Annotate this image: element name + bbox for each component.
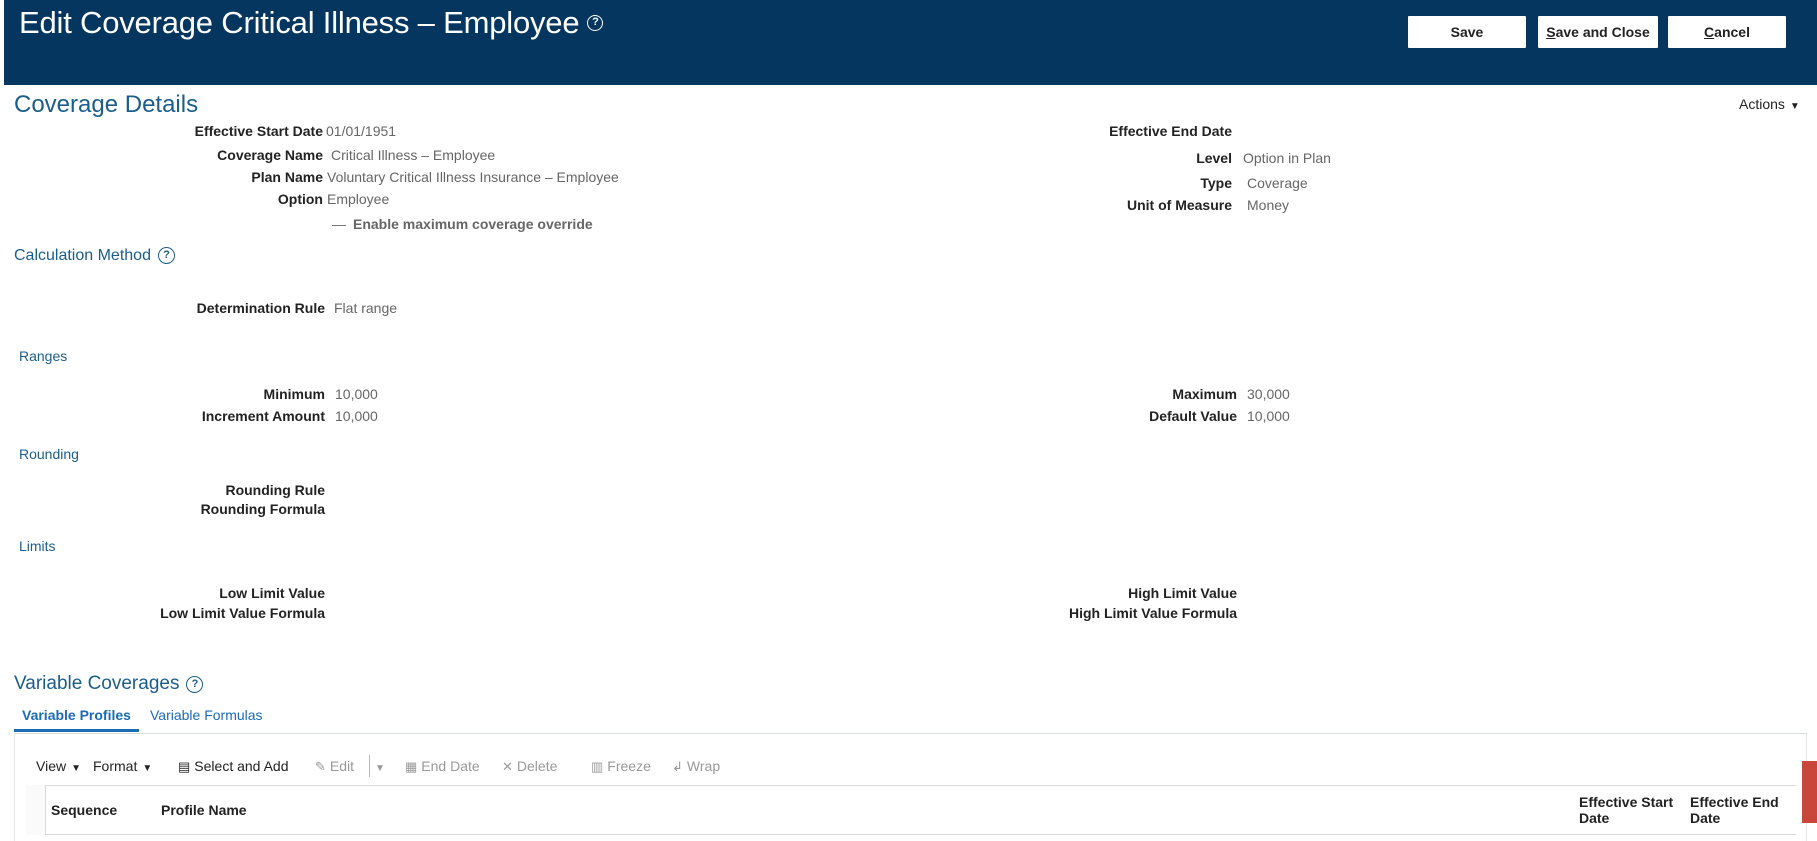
calculation-method-title: Calculation Method? xyxy=(14,247,175,265)
minimum-label: Minimum xyxy=(263,386,325,402)
coverage-details-title: Coverage Details xyxy=(14,91,199,118)
low-limit-value-formula-label: Low Limit Value Formula xyxy=(160,605,325,621)
type-value: Coverage xyxy=(1247,175,1308,191)
ranges-title: Ranges xyxy=(19,348,68,364)
effective-end-date-label: Effective End Date xyxy=(1109,123,1232,139)
freeze-icon: ▥ xyxy=(591,759,604,774)
select-and-add-button[interactable]: ▤ Select and Add xyxy=(178,758,288,775)
chevron-down-icon: ▼ xyxy=(375,763,385,774)
cancel-label: ancel xyxy=(1714,24,1750,40)
select-and-add-label: Select and Add xyxy=(194,758,289,774)
maximum-value: 30,000 xyxy=(1247,386,1290,402)
page-title: Edit Coverage Critical Illness – Employe… xyxy=(19,5,604,41)
type-label: Type xyxy=(1200,175,1232,191)
wrap-label: Wrap xyxy=(686,758,721,774)
end-date-label: End Date xyxy=(421,758,480,774)
increment-amount-label: Increment Amount xyxy=(201,408,325,424)
chevron-down-icon: ▼ xyxy=(142,763,153,774)
save-button[interactable]: Save xyxy=(1408,16,1526,48)
format-label: Format xyxy=(93,758,138,774)
rounding-rule-label: Rounding Rule xyxy=(225,482,325,498)
column-header-effective-start-date-line2: Date xyxy=(1579,810,1610,826)
cancel-mnemonic: C xyxy=(1704,24,1715,40)
help-icon[interactable]: ? xyxy=(186,676,204,693)
coverage-name-value: Critical Illness – Employee xyxy=(331,147,496,163)
minimum-value: 10,000 xyxy=(335,386,378,402)
view-menu[interactable]: View ▼ xyxy=(36,758,81,774)
rounding-title: Rounding xyxy=(19,446,79,462)
view-label: View xyxy=(36,758,67,774)
calculation-method-title-text: Calculation Method xyxy=(14,247,151,264)
default-value-label: Default Value xyxy=(1149,408,1237,424)
wrap-button[interactable]: ↲ Wrap xyxy=(672,758,720,775)
save-and-close-label: ave and Close xyxy=(1555,24,1650,40)
row-selector-gutter xyxy=(26,785,46,835)
edit-button[interactable]: ✎ Edit xyxy=(315,758,354,775)
freeze-label: Freeze xyxy=(607,758,651,774)
save-and-close-mnemonic: S xyxy=(1546,24,1556,40)
chevron-down-icon: ▼ xyxy=(71,763,81,774)
option-value: Employee xyxy=(327,191,390,207)
rounding-formula-label: Rounding Formula xyxy=(200,501,325,517)
edit-label: Edit xyxy=(329,758,355,774)
variable-coverages-title: Variable Coverages? xyxy=(14,673,204,695)
determination-rule-label: Determination Rule xyxy=(196,300,325,316)
column-header-sequence[interactable]: Sequence xyxy=(51,802,117,818)
low-limit-value-label: Low Limit Value xyxy=(219,585,325,601)
delete-button[interactable]: ✕ Delete xyxy=(502,758,557,775)
delete-label: Delete xyxy=(516,758,558,774)
help-icon[interactable]: ? xyxy=(157,247,175,264)
add-row-icon: ▤ xyxy=(178,759,191,774)
page-title-text: Edit Coverage Critical Illness – Employe… xyxy=(19,5,580,40)
edit-dropdown[interactable]: ▼ xyxy=(375,758,385,774)
cancel-button[interactable]: Cancel xyxy=(1668,16,1786,48)
help-icon[interactable]: ? xyxy=(587,15,604,31)
enable-max-coverage-override-checkbox[interactable]: Enable maximum coverage override xyxy=(332,216,593,232)
actions-menu[interactable]: Actions ▼ xyxy=(1739,96,1800,112)
coverage-name-label: Coverage Name xyxy=(217,147,323,163)
level-value: Option in Plan xyxy=(1243,150,1331,166)
unit-of-measure-value: Money xyxy=(1247,197,1290,213)
pencil-icon: ✎ xyxy=(315,759,326,774)
plan-name-value: Voluntary Critical Illness Insurance – E… xyxy=(327,169,619,185)
checkbox-icon xyxy=(332,224,346,226)
increment-amount-value: 10,000 xyxy=(335,408,378,424)
limits-title: Limits xyxy=(19,538,56,554)
determination-rule-value: Flat range xyxy=(334,300,398,316)
column-header-effective-end-date[interactable]: Effective End Date xyxy=(1690,794,1779,826)
column-header-effective-end-date-line1: Effective End xyxy=(1690,794,1779,810)
freeze-button[interactable]: ▥ Freeze xyxy=(591,758,651,775)
save-and-close-button[interactable]: Save and Close xyxy=(1538,16,1658,48)
high-limit-value-formula-label: High Limit Value Formula xyxy=(1068,605,1237,621)
effective-start-date-value: 01/01/1951 xyxy=(326,123,397,139)
column-header-profile-name[interactable]: Profile Name xyxy=(161,802,247,818)
maximum-label: Maximum xyxy=(1172,386,1237,402)
enable-max-coverage-override-label: Enable maximum coverage override xyxy=(353,216,593,232)
column-header-effective-start-date-line1: Effective Start xyxy=(1579,794,1674,810)
variable-coverages-title-text: Variable Coverages xyxy=(14,673,180,694)
actions-label: Actions xyxy=(1739,96,1785,112)
effective-start-date-label: Effective Start Date xyxy=(194,123,323,139)
column-header-effective-end-date-line2: Date xyxy=(1690,810,1721,826)
option-label: Option xyxy=(277,191,323,207)
calendar-icon: ▦ xyxy=(405,759,418,774)
level-label: Level xyxy=(1196,150,1232,166)
close-icon: ✕ xyxy=(502,759,513,774)
default-value-value: 10,000 xyxy=(1247,408,1290,424)
page-header: Edit Coverage Critical Illness – Employe… xyxy=(4,0,1817,85)
side-panel-tab[interactable] xyxy=(1802,761,1817,823)
format-menu[interactable]: Format ▼ xyxy=(93,758,152,774)
plan-name-label: Plan Name xyxy=(251,169,323,185)
tab-variable-formulas[interactable]: Variable Formulas xyxy=(150,707,263,729)
high-limit-value-label: High Limit Value xyxy=(1128,585,1237,601)
column-header-effective-start-date[interactable]: Effective Start Date xyxy=(1579,794,1673,826)
tab-variable-profiles[interactable]: Variable Profiles xyxy=(14,707,139,732)
unit-of-measure-label: Unit of Measure xyxy=(1126,197,1232,213)
page: Edit Coverage Critical Illness – Employe… xyxy=(4,0,1817,841)
toolbar-divider xyxy=(369,755,370,777)
end-date-button[interactable]: ▦ End Date xyxy=(405,758,480,775)
chevron-down-icon: ▼ xyxy=(1789,101,1800,112)
wrap-icon: ↲ xyxy=(672,759,683,774)
table-header xyxy=(26,785,1796,835)
